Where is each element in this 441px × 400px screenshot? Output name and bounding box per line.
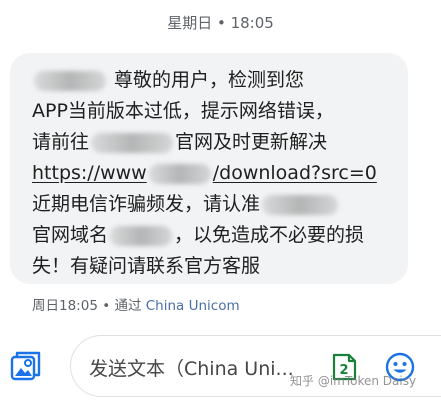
messages-screen: 星期日 • 18:05 尊敬的用户，检测到您 APP当前版本过低，提示网络错误，… bbox=[0, 0, 441, 400]
watermark: 知乎 @imToken Daisy bbox=[290, 374, 417, 388]
message-input-placeholder: 发送文本（China Uni... bbox=[89, 358, 294, 380]
message-line-1: 尊敬的用户，检测到您 bbox=[32, 65, 398, 96]
redacted-text bbox=[91, 132, 174, 153]
message-line-3: 请前往 官网及时更新解决 bbox=[32, 131, 328, 153]
redacted-text bbox=[34, 70, 106, 91]
redacted-text bbox=[110, 225, 173, 246]
message-line-6: 官网域名 ，以免造成不必要的损 bbox=[32, 224, 365, 246]
message-link[interactable]: https://www/download?src=0 bbox=[32, 158, 398, 189]
attach-media-button[interactable] bbox=[8, 348, 44, 384]
conversation-date-header: 星期日 • 18:05 bbox=[167, 14, 274, 32]
incoming-message-bubble[interactable]: 尊敬的用户，检测到您 APP当前版本过低，提示网络错误， 请前往 官网及时更新解决… bbox=[10, 53, 408, 284]
redacted-text bbox=[262, 194, 339, 215]
message-time: 周日18:05 bbox=[32, 298, 98, 314]
carrier-name: China Unicom bbox=[145, 298, 240, 314]
message-line-7: 失！有疑问请联系官方客服 bbox=[32, 255, 261, 277]
message-line-5: 近期电信诈骗频发，请认准 bbox=[32, 189, 398, 220]
message-meta: 周日18:05 • 通过 China Unicom bbox=[32, 294, 240, 314]
meta-separator: • 通过 bbox=[97, 298, 146, 314]
compose-bar: 发送文本（China Uni... 2 bbox=[0, 330, 441, 400]
gallery-attach-icon bbox=[10, 351, 41, 381]
message-line-2: APP当前版本过低，提示网络错误， bbox=[32, 100, 334, 122]
redacted-text bbox=[148, 163, 211, 184]
